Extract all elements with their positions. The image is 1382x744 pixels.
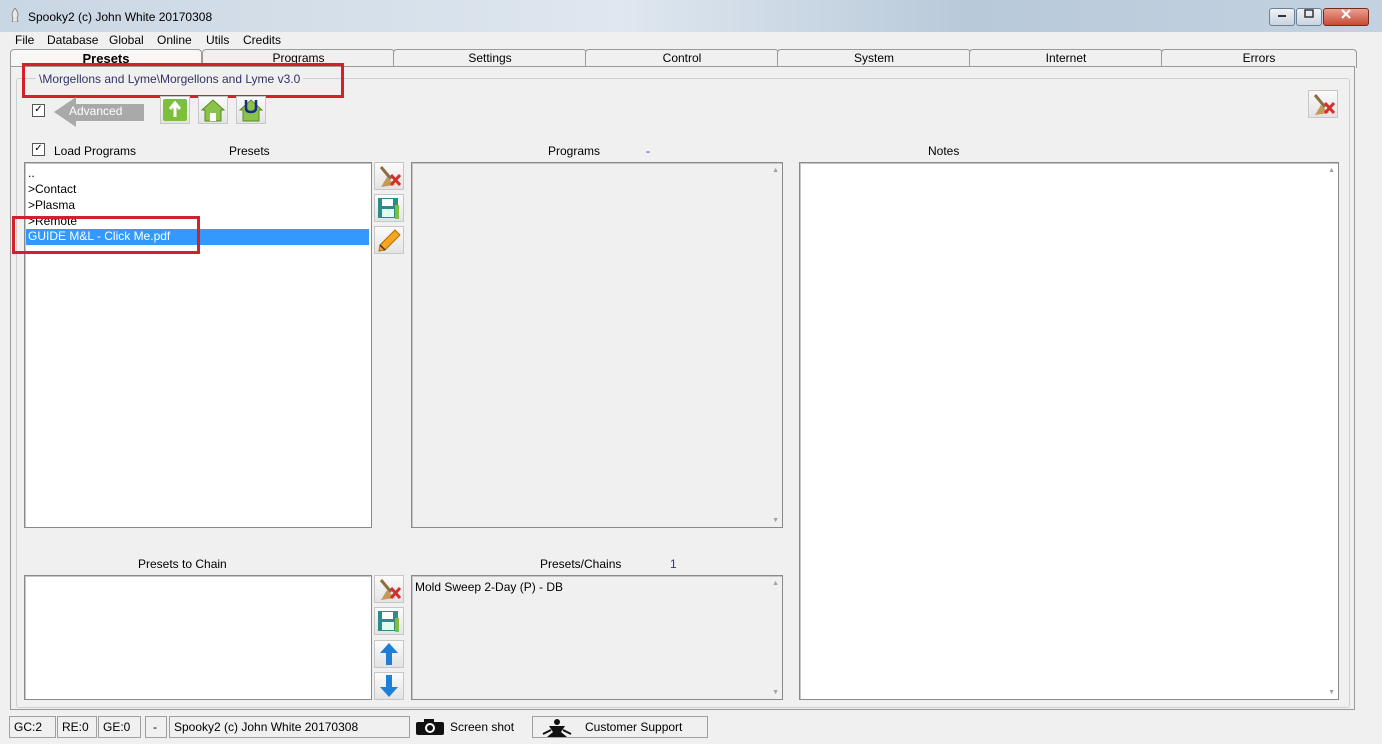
screenshot-button[interactable]: Screen shot [412,716,530,738]
scroll-down-icon[interactable]: ▼ [1328,689,1335,696]
broom-icon [379,579,402,600]
broom-icon [379,166,402,187]
customer-support-label: Customer Support [585,720,683,734]
programs-count: - [646,144,650,158]
save-icon [378,611,399,632]
menu-utils[interactable]: Utils [206,33,229,47]
move-up-button[interactable] [374,640,404,668]
pencil-icon [378,229,401,252]
status-copyright: Spooky2 (c) John White 20170308 [169,716,410,738]
programs-list[interactable]: ▲ ▼ [411,162,783,528]
path-highlight-box [22,63,344,98]
list-item[interactable]: >Plasma [28,198,75,212]
close-button[interactable] [1323,8,1369,26]
refresh-icon [163,99,187,121]
notes-area[interactable]: ▲ ▼ [799,162,1339,700]
list-item[interactable]: Mold Sweep 2-Day (P) - DB [415,580,563,594]
minimize-button[interactable] [1269,8,1295,26]
scroll-down-icon[interactable]: ▼ [772,517,779,524]
window-title: Spooky2 (c) John White 20170308 [28,10,213,24]
presets-chains-count: 1 [670,557,677,571]
clear-chain-button[interactable] [374,575,404,603]
save-chain-button[interactable] [374,607,404,635]
presets-chains-header: Presets/Chains [540,557,622,571]
status-re: RE:0 [57,716,97,738]
screenshot-label: Screen shot [450,720,515,734]
home-user-icon [238,99,264,122]
save-preset-button[interactable] [374,194,404,222]
move-down-button[interactable] [374,672,404,700]
scroll-up-icon[interactable]: ▲ [772,167,779,174]
arrow-up-icon [380,643,398,665]
load-programs-checkbox[interactable]: ✓ [32,143,45,156]
clear-button-top[interactable] [1308,90,1338,118]
broom-icon [1313,94,1336,115]
support-icon [542,719,572,737]
maximize-button[interactable] [1296,8,1322,26]
menu-credits[interactable]: Credits [243,33,281,47]
load-programs-label[interactable]: Load Programs [54,144,136,158]
home-button[interactable] [198,96,228,124]
status-gc: GC:2 [9,716,56,738]
programs-header: Programs [548,144,601,158]
presets-to-chain-list[interactable] [24,575,372,700]
menu-file[interactable]: File [15,33,34,47]
menu-database[interactable]: Database [47,33,98,47]
edit-preset-button[interactable] [374,226,404,254]
menu-global[interactable]: Global [109,33,144,47]
list-item[interactable]: >Contact [28,182,76,196]
menu-bar: File Database Global Online Utils Credit… [0,32,1382,48]
menu-online[interactable]: Online [157,33,192,47]
title-bar: Spooky2 (c) John White 20170308 [0,0,1382,32]
advanced-checkbox[interactable]: ✓ [32,104,45,117]
presets-chains-list[interactable]: Mold Sweep 2-Day (P) - DB ▲ ▼ [411,575,783,700]
scroll-down-icon[interactable]: ▼ [772,689,779,696]
status-ge: GE:0 [98,716,141,738]
list-item[interactable]: .. [28,166,35,180]
status-bar: GC:2 RE:0 GE:0 - Spooky2 (c) John White … [0,714,1382,744]
status-dash: - [145,716,167,738]
selected-item-highlight-box [12,216,200,254]
customer-support-button[interactable]: Customer Support [532,716,708,738]
presets-header: Presets [229,144,270,158]
home-icon [200,99,226,122]
scroll-up-icon[interactable]: ▲ [1328,167,1335,174]
save-icon [378,198,399,219]
home-user-button[interactable] [236,96,266,124]
app-icon [10,7,20,23]
advanced-label[interactable]: Advanced [69,104,122,118]
arrow-down-icon [380,675,398,697]
notes-header: Notes [928,144,960,158]
refresh-button[interactable] [160,96,190,124]
clear-presets-button[interactable] [374,162,404,190]
scroll-up-icon[interactable]: ▲ [772,580,779,587]
camera-icon [416,719,444,735]
presets-to-chain-header: Presets to Chain [138,557,227,571]
